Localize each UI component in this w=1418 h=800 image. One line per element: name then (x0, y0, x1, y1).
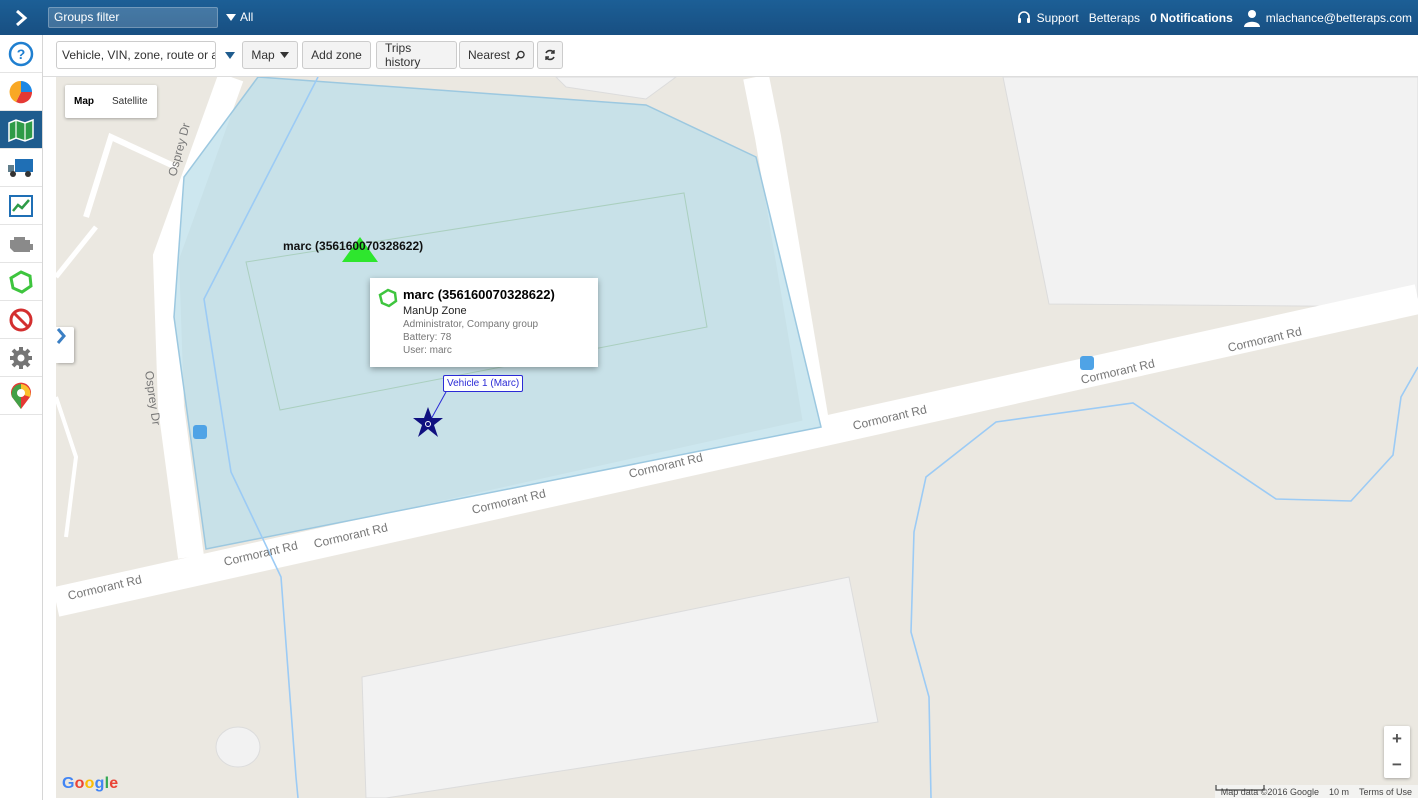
forbidden-icon (9, 308, 33, 331)
sidebar-item-help[interactable]: ? (0, 35, 42, 73)
caret-down-icon (225, 51, 235, 59)
sidebar-item-restrictions[interactable] (0, 301, 42, 339)
sidebar-item-zones[interactable] (0, 263, 42, 301)
terms-of-use-link[interactable]: Terms of Use (1359, 787, 1412, 797)
trips-history-label: Trips history (385, 41, 421, 69)
zone-icon (9, 269, 33, 294)
add-zone-label: Add zone (311, 48, 362, 62)
chevron-right-icon (56, 328, 66, 344)
refresh-icon (545, 49, 555, 61)
zone-icon (378, 288, 398, 308)
search-dropdown-button[interactable] (221, 41, 239, 69)
search-icon (515, 50, 525, 60)
user-icon (1243, 9, 1260, 27)
device-marker-label: marc (356160070328622) (283, 239, 424, 253)
sidebar-item-settings[interactable] (0, 339, 42, 377)
map-pin-icon (11, 382, 31, 409)
report-chart-icon (9, 194, 33, 217)
panel-expand-button[interactable] (56, 327, 74, 363)
map-background (56, 77, 1418, 798)
vehicle-marker-label[interactable]: Vehicle 1 (Marc) (443, 375, 524, 392)
caret-down-icon (279, 52, 289, 58)
support-link[interactable]: Support (1016, 10, 1079, 26)
sidebar: ? (0, 35, 43, 800)
map-toolbar: Vehicle, VIN, zone, route or address Map… (43, 35, 1418, 77)
map-type-control: Map Satellite (65, 85, 157, 118)
popup-battery: Battery: 78 (403, 332, 452, 343)
google-logo: Google (62, 775, 119, 792)
map-scale-label: 10 m (1328, 786, 1349, 797)
chevron-right-icon (16, 9, 28, 26)
top-right-menu: Support Betteraps 0 Notifications mlacha… (1016, 0, 1412, 35)
zoom-control: + − (1384, 726, 1410, 778)
map-canvas[interactable]: Osprey Dr Osprey Dr Cormorant Rd Cormora… (56, 77, 1418, 798)
map-scale: 10 m (1215, 785, 1349, 797)
svg-text:?: ? (17, 46, 26, 62)
caret-down-icon (226, 13, 236, 21)
engine-icon (10, 236, 33, 252)
popup-user: User: marc (403, 345, 452, 356)
nearest-button[interactable]: Nearest (459, 41, 534, 69)
nearest-label: Nearest (468, 48, 511, 62)
top-bar: Groups filter All Support Betteraps 0 No… (0, 0, 1418, 35)
gear-icon (10, 346, 32, 369)
map-type-map-button[interactable]: Map (65, 85, 103, 118)
map-type-satellite-button[interactable]: Satellite (103, 85, 157, 118)
popup-title: marc (356160070328622) (403, 287, 555, 302)
refresh-button[interactable] (537, 41, 563, 69)
sidebar-item-dashboard[interactable] (0, 73, 42, 111)
groups-all-dropdown[interactable]: All (226, 10, 253, 24)
support-label: Support (1036, 10, 1079, 25)
map-attribution: Map data ©2016 Google 10 m Terms of Use (1214, 785, 1418, 798)
company-label: Betteraps (1088, 10, 1141, 25)
popup-zone: ManUp Zone (403, 305, 467, 317)
popup-group: Administrator, Company group (403, 319, 539, 330)
scale-bar-icon (1215, 785, 1265, 791)
help-icon: ? (8, 41, 34, 66)
add-zone-button[interactable]: Add zone (302, 41, 371, 69)
notifications-label: 0 Notifications (1150, 10, 1233, 25)
menu-toggle-button[interactable] (0, 0, 42, 35)
company-link[interactable]: Betteraps (1089, 11, 1140, 25)
groups-all-label: All (240, 10, 254, 24)
zoom-out-button[interactable]: − (1384, 752, 1410, 778)
trips-history-button[interactable]: Trips history (376, 41, 457, 69)
sidebar-item-map[interactable] (0, 111, 42, 149)
zoom-in-button[interactable]: + (1384, 726, 1410, 752)
map-menu-label: Map (251, 48, 275, 62)
map-menu-button[interactable]: Map (242, 41, 298, 69)
pie-chart-icon (9, 80, 33, 103)
sidebar-item-pois[interactable] (0, 377, 42, 415)
device-info-popup: marc (356160070328622) ManUp Zone Admini… (370, 278, 598, 367)
vehicle-search-input[interactable]: Vehicle, VIN, zone, route or address (56, 41, 216, 69)
user-menu[interactable]: mlachance@betteraps.com (1243, 9, 1412, 27)
sidebar-item-engine[interactable] (0, 225, 42, 263)
sidebar-item-reports[interactable] (0, 187, 42, 225)
user-email: mlachance@betteraps.com (1265, 10, 1412, 25)
truck-icon (8, 158, 33, 177)
sidebar-item-vehicles[interactable] (0, 149, 42, 187)
notifications-link[interactable]: 0 Notifications (1150, 11, 1233, 25)
map-icon (8, 118, 34, 142)
headset-icon (1017, 10, 1030, 23)
groups-filter-input[interactable]: Groups filter (48, 7, 218, 28)
